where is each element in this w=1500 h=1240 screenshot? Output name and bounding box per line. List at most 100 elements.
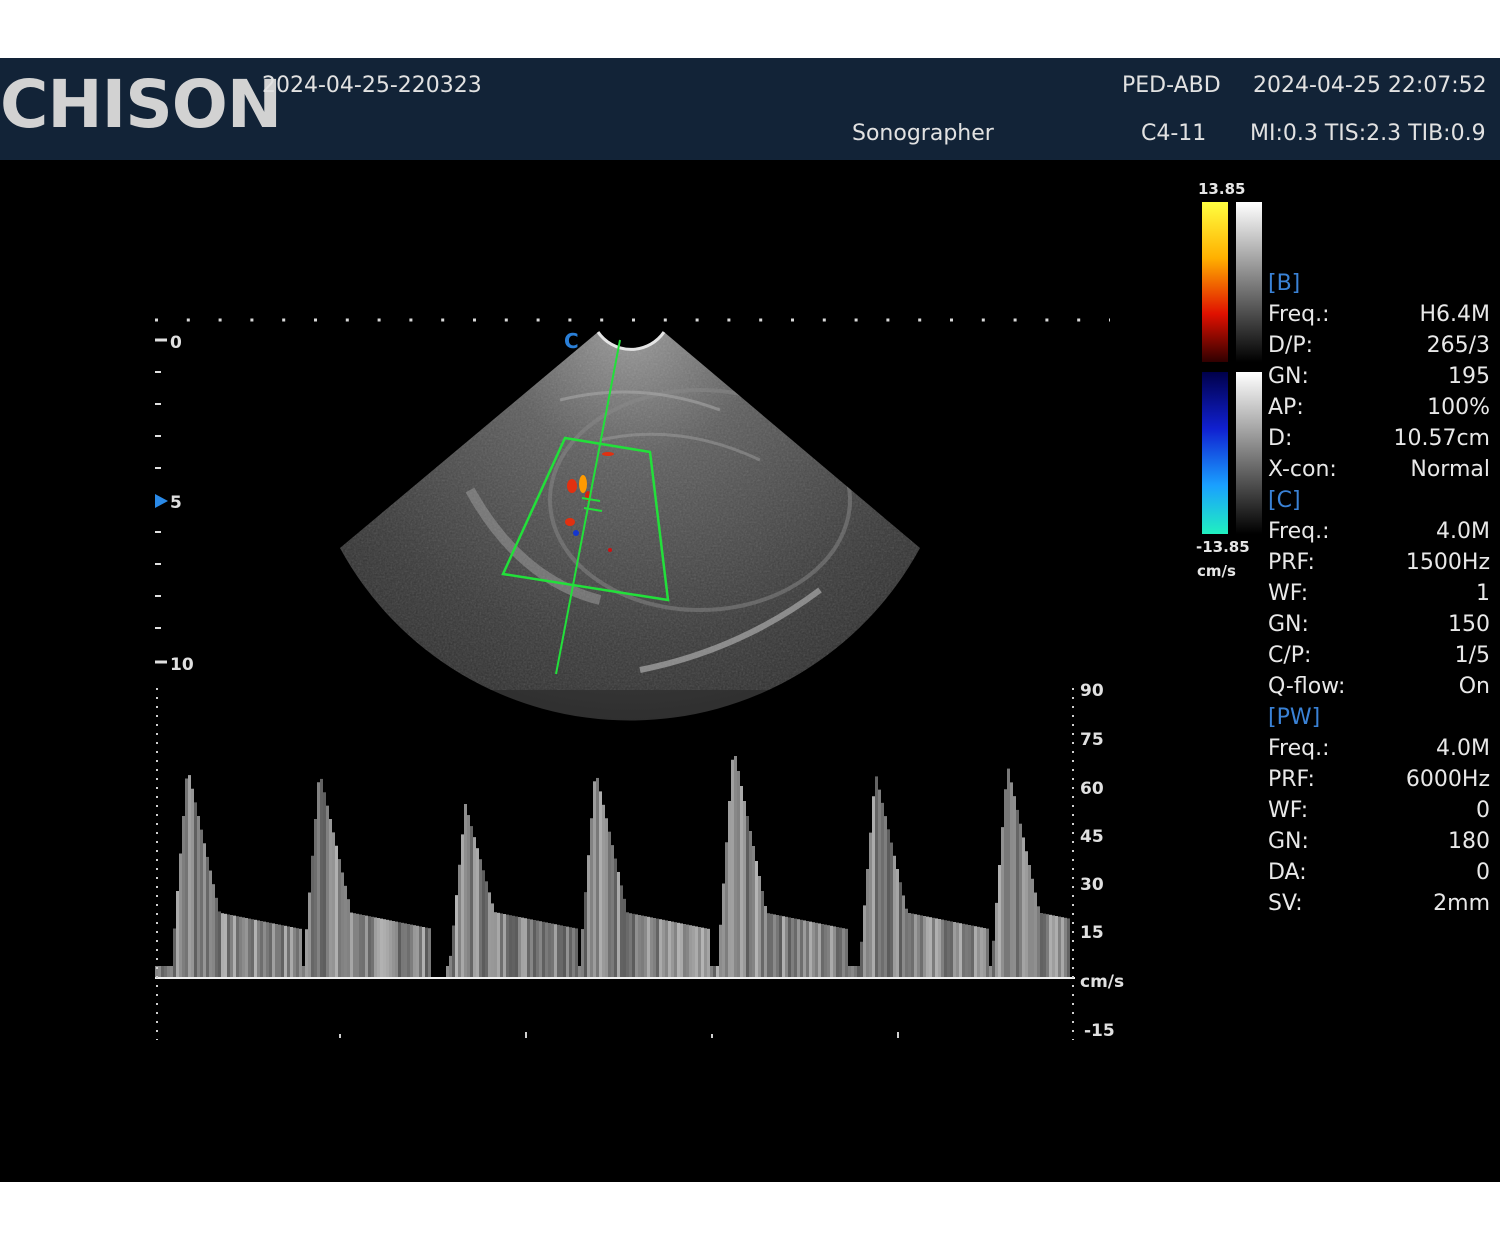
spectrum-column [854, 966, 857, 978]
spectrum-column [584, 892, 587, 978]
spectrum-column [551, 923, 554, 978]
spectrum-column [281, 925, 284, 978]
spectrum-column [578, 966, 581, 978]
param-row: Freq.: H6.4M [1268, 302, 1490, 327]
spectrum-column [503, 914, 506, 978]
spectrum-column [422, 927, 425, 978]
spectral-doppler-trace [155, 688, 1075, 1040]
depth-label-0: 0 [170, 333, 182, 353]
spectrum-column [905, 908, 908, 978]
spectrum-column [371, 916, 374, 978]
spectrum-column [752, 846, 755, 978]
spectrum-column [878, 789, 881, 978]
spectrum-column [377, 918, 380, 978]
param-row: PRF: 6000Hz [1268, 767, 1490, 792]
spectrum-column [182, 816, 185, 978]
brand-logo: CHISON [0, 66, 282, 143]
spectrum-column [179, 853, 182, 978]
spectrum-column [191, 788, 194, 978]
spectrum-column [1031, 878, 1034, 978]
spectrum-column [158, 966, 161, 978]
param-row: Freq.: 4.0M [1268, 736, 1490, 761]
spectrum-column [983, 928, 986, 978]
spectrum-column [455, 895, 458, 978]
spectrum-column [707, 928, 710, 978]
spectrum-column [791, 918, 794, 978]
spectrum-column [563, 926, 566, 978]
spectrum-column [1043, 913, 1046, 978]
velocity-unit-label: cm/s [1080, 972, 1124, 992]
spectrum-column [704, 928, 707, 978]
param-row: WF: 1 [1268, 581, 1490, 606]
spectrum-column [659, 919, 662, 978]
spectrum-column [674, 922, 677, 978]
spectrum-column [758, 876, 761, 978]
spectrum-column [335, 845, 338, 978]
spectrum-column [386, 919, 389, 978]
spectrum-column [197, 816, 200, 978]
spectrum-column [902, 895, 905, 978]
spectrum-column [653, 918, 656, 978]
spectrum-column [1040, 913, 1043, 978]
spectrum-column [1046, 914, 1049, 978]
spectrum-column [254, 919, 257, 978]
velocity-label-60: 60 [1080, 779, 1104, 799]
spectrum-column [887, 829, 890, 978]
spectrum-column [701, 927, 704, 978]
spectrum-column [614, 858, 617, 978]
spectrum-column [338, 859, 341, 978]
spectrum-column [1001, 827, 1004, 978]
spectrum-column [305, 929, 308, 978]
spectrum-column [611, 845, 614, 978]
color-bar-unit: cm/s [1197, 562, 1236, 580]
exam-id: 2024-04-25-220323 [262, 73, 482, 98]
spectrum-column [476, 848, 479, 978]
spectrum-column [626, 912, 629, 978]
spectrum-column [755, 861, 758, 978]
spectrum-column [677, 922, 680, 978]
param-row: WF: 0 [1268, 798, 1490, 823]
spectrum-column [821, 924, 824, 978]
spectrum-column [302, 966, 305, 978]
param-row: C/P: 1/5 [1268, 643, 1490, 668]
spectrum-column [446, 966, 449, 978]
spectrum-column [329, 819, 332, 978]
param-row: GN: 150 [1268, 612, 1490, 637]
spectrum-column [449, 955, 452, 978]
spectrum-column [350, 912, 353, 978]
spectrum-column [392, 921, 395, 978]
spectrum-column [866, 869, 869, 978]
spectrum-column [818, 923, 821, 978]
spectrum-column [908, 913, 911, 978]
spectrum-column [731, 759, 734, 978]
param-row: D/P: 265/3 [1268, 333, 1490, 358]
date-time: 2024-04-25 22:07:52 [1253, 73, 1487, 98]
spectrum-column [416, 925, 419, 978]
spectrum-column [365, 915, 368, 978]
spectrum-column [623, 898, 626, 978]
spectrum-column [173, 928, 176, 978]
spectrum-column [209, 870, 212, 978]
spectrum-column [656, 918, 659, 978]
spectrum-column [233, 915, 236, 978]
parameter-panel: [B] Freq.: H6.4M D/P: 265/3 GN: 195 AP: 100%… [1268, 268, 1490, 919]
spectrum-column [467, 815, 470, 978]
spectrum-column [956, 922, 959, 978]
spectrum-column [719, 924, 722, 978]
spectrum-column [245, 918, 248, 978]
spectrum-column [263, 921, 266, 978]
param-row: GN: 180 [1268, 829, 1490, 854]
spectrum-column [650, 917, 653, 978]
spectrum-column [356, 913, 359, 978]
b-mode-section-title: [B] [1268, 271, 1301, 296]
spectrum-column [932, 917, 935, 978]
spectrum-column [188, 775, 191, 978]
param-row: Freq.: 4.0M [1268, 519, 1490, 544]
spectrum-column [473, 837, 476, 978]
spectrum-column [452, 925, 455, 978]
param-row: DA: 0 [1268, 860, 1490, 885]
spectrum-column [1061, 917, 1064, 978]
spectrum-column [992, 940, 995, 978]
spectrum-column [776, 915, 779, 978]
velocity-label-90: 90 [1080, 681, 1104, 701]
